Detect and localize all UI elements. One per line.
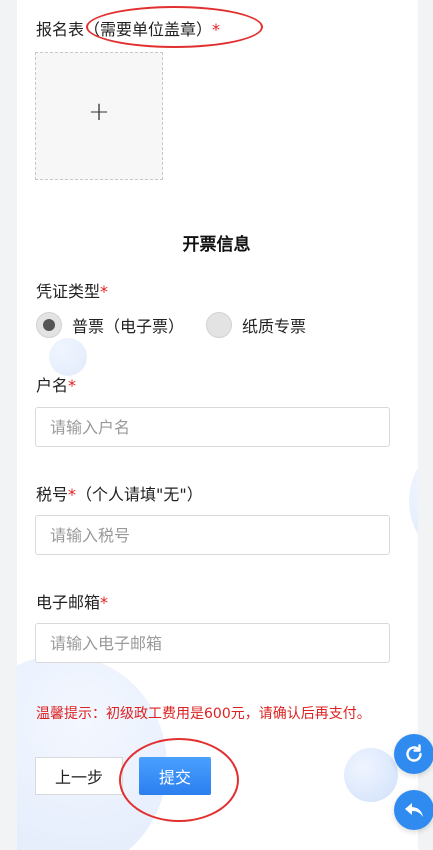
upload-box[interactable]: + xyxy=(35,52,163,180)
decorative-bubble xyxy=(409,446,418,556)
submit-button[interactable]: 提交 xyxy=(139,757,211,795)
radio-unselected-icon xyxy=(206,312,232,338)
required-mark: * xyxy=(100,282,109,301)
section-title: 开票信息 xyxy=(182,235,251,255)
registration-label-text: 报名表 xyxy=(36,20,85,39)
fee-tip: 温馨提示：初级政工费用是600元，请确认后再支付。 xyxy=(36,706,371,722)
tax-id-text: 税号 xyxy=(36,485,69,504)
required-mark: * xyxy=(68,485,77,504)
account-name-input[interactable] xyxy=(35,407,390,447)
tax-id-note: （个人请填"无"） xyxy=(76,485,203,504)
previous-step-button[interactable]: 上一步 xyxy=(35,757,123,795)
registration-note: （需要单位盖章） xyxy=(84,20,213,39)
account-name-label: 户名* xyxy=(36,372,76,396)
radio-label: 普票（电子票） xyxy=(72,317,185,336)
decorative-bubble xyxy=(344,748,398,802)
radio-electronic-invoice[interactable]: 普票（电子票） xyxy=(36,312,184,338)
back-arrow-icon xyxy=(405,803,423,817)
required-mark: * xyxy=(68,376,77,395)
email-label: 电子邮箱* xyxy=(36,589,108,613)
plus-icon: + xyxy=(88,97,110,127)
registration-form-label: 报名表（需要单位盖章）* xyxy=(36,16,220,40)
required-mark: * xyxy=(100,593,109,612)
email-input[interactable] xyxy=(35,623,390,663)
required-mark: * xyxy=(212,20,221,39)
decorative-bubble xyxy=(49,338,87,376)
radio-paper-invoice[interactable]: 纸质专票 xyxy=(206,312,306,338)
account-name-text: 户名 xyxy=(36,376,69,395)
back-button[interactable] xyxy=(394,790,433,830)
refresh-icon xyxy=(406,744,422,762)
refresh-button[interactable] xyxy=(394,734,433,774)
voucher-type-text: 凭证类型 xyxy=(36,282,101,301)
decorative-bubble xyxy=(17,655,167,850)
tax-id-input[interactable] xyxy=(35,515,390,555)
tax-id-label: 税号*（个人请填"无"） xyxy=(36,481,203,505)
radio-selected-icon xyxy=(36,312,62,338)
radio-label: 纸质专票 xyxy=(242,317,307,336)
voucher-type-label: 凭证类型* xyxy=(36,278,108,302)
email-text: 电子邮箱 xyxy=(36,593,101,612)
